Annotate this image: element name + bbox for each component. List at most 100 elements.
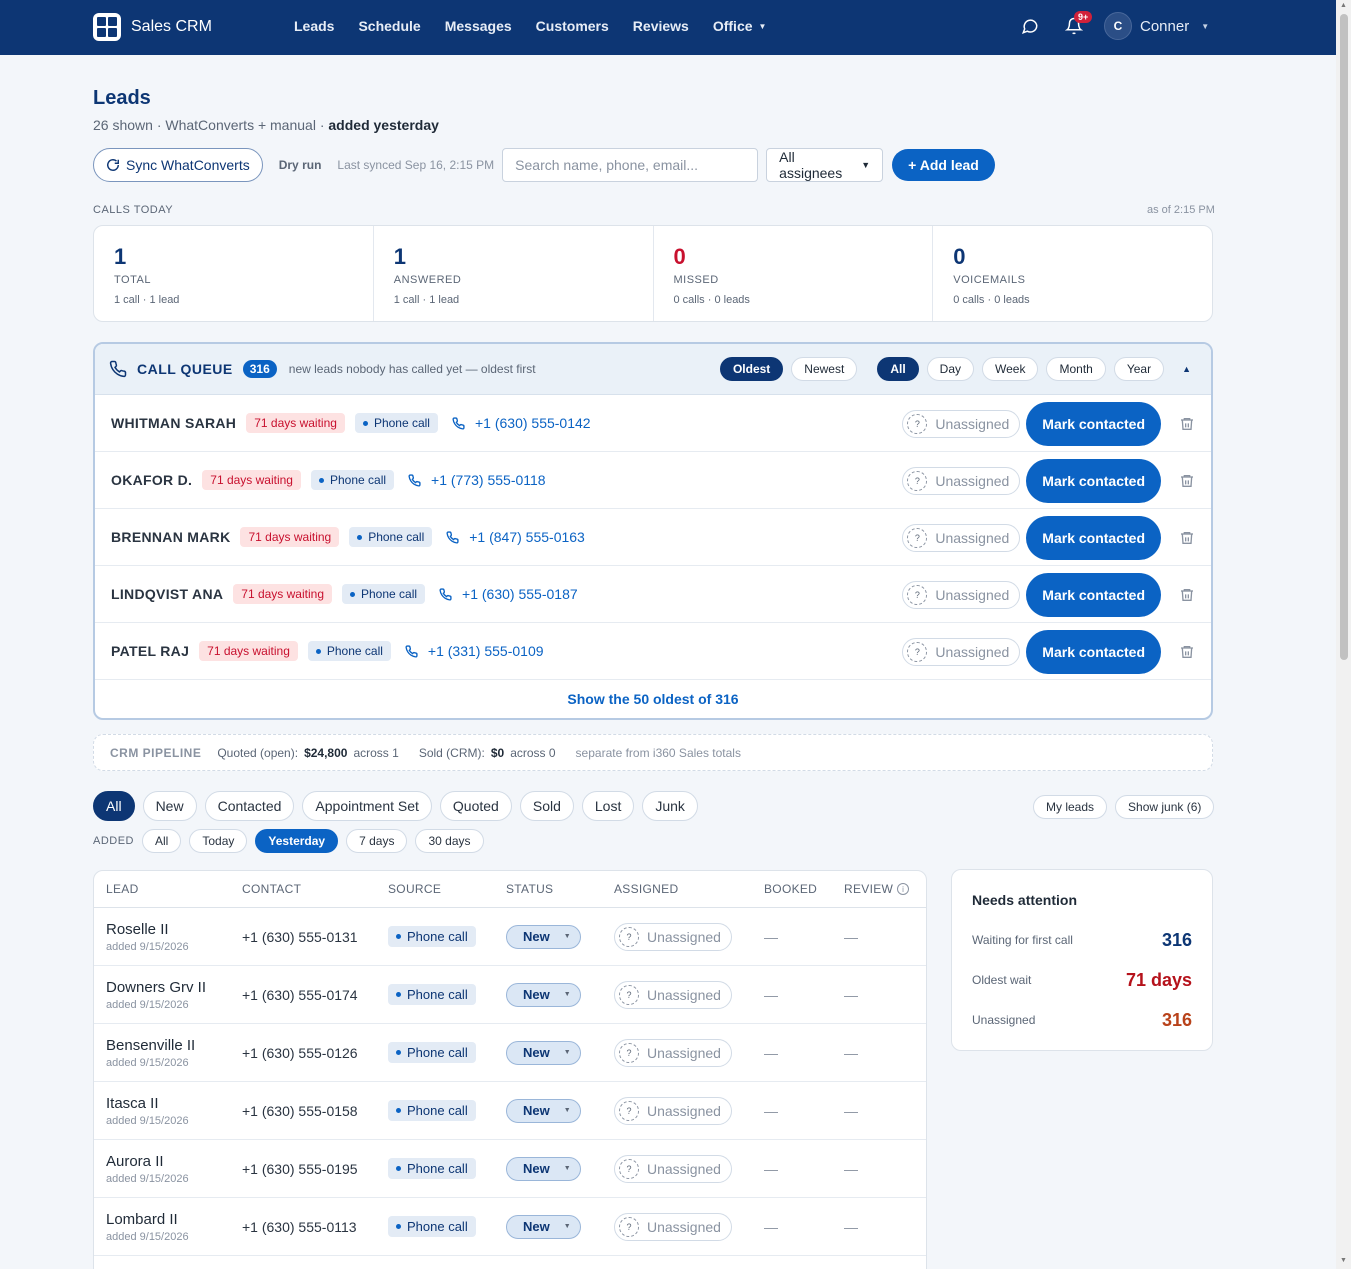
my-leads-button[interactable]: My leads <box>1033 795 1108 819</box>
collapse-chevron-up-icon[interactable]: ▲ <box>1182 364 1191 374</box>
col-contact[interactable]: CONTACT <box>242 882 388 896</box>
phone-link[interactable]: +1 (331) 555-0109 <box>405 643 544 659</box>
lead-name[interactable]: Lombard II <box>106 1211 242 1228</box>
status-dropdown[interactable]: New ▼ <box>506 982 581 1007</box>
status-chip-all[interactable]: All <box>93 791 135 821</box>
user-menu-chevron-icon[interactable]: ▼ <box>1201 22 1209 31</box>
status-chip-contacted[interactable]: Contacted <box>204 791 295 821</box>
dry-run-toggle[interactable]: Dry run <box>279 158 322 172</box>
assignee-picker[interactable]: ? Unassigned <box>614 980 732 1009</box>
assignee-picker[interactable]: ? Unassigned <box>902 638 1021 666</box>
contact-phone[interactable]: +1 (630) 555-0195 <box>242 1161 388 1177</box>
contact-phone[interactable]: +1 (630) 555-0158 <box>242 1103 388 1119</box>
status-dropdown[interactable]: New ▼ <box>506 924 581 949</box>
phone-link[interactable]: +1 (773) 555-0118 <box>408 472 546 488</box>
assignee-select[interactable]: All assignees ▼ <box>766 148 884 182</box>
scroll-up-arrow-icon[interactable]: ▲ <box>1340 2 1347 9</box>
show-oldest-link[interactable]: Show the 50 oldest of 316 <box>95 680 1211 718</box>
status-chip-lost[interactable]: Lost <box>581 791 635 821</box>
assignee-picker[interactable]: ? Unassigned <box>614 1154 732 1183</box>
nav-link-schedule[interactable]: Schedule <box>358 18 420 34</box>
sync-whatconverts-button[interactable]: Sync WhatConverts <box>93 148 263 182</box>
search-input[interactable]: Search name, phone, email... <box>502 148 759 182</box>
mark-contacted-button[interactable]: Mark contacted <box>1026 573 1161 617</box>
status-dropdown[interactable]: New ▼ <box>506 1214 581 1239</box>
assignee-picker[interactable]: ? Unassigned <box>902 467 1021 495</box>
table-row[interactable]: Bensenville II added 9/15/2026 +1 (630) … <box>94 1024 926 1082</box>
lead-name[interactable]: Aurora II <box>106 1153 242 1170</box>
status-dropdown[interactable]: New ▼ <box>506 1156 581 1181</box>
filter-day[interactable]: Day <box>926 357 974 381</box>
nav-link-reviews[interactable]: Reviews <box>633 18 689 34</box>
contact-phone[interactable]: +1 (630) 555-0174 <box>242 987 388 1003</box>
col-lead[interactable]: LEAD <box>94 882 242 896</box>
mark-contacted-button[interactable]: Mark contacted <box>1026 630 1161 674</box>
avatar[interactable]: C <box>1104 12 1132 40</box>
table-row[interactable]: Lombard II added 9/15/2026 +1 (630) 555-… <box>94 1198 926 1256</box>
nav-link-office[interactable]: Office ▼ <box>713 18 767 34</box>
table-row[interactable]: Aurora II added 9/15/2026 +1 (630) 555-0… <box>94 1140 926 1198</box>
show-junk-button[interactable]: Show junk (6) <box>1115 795 1215 819</box>
trash-icon[interactable] <box>1179 644 1195 660</box>
lead-name[interactable]: Itasca II <box>106 1095 242 1112</box>
col-status[interactable]: STATUS <box>506 882 614 896</box>
nav-link-messages[interactable]: Messages <box>445 18 512 34</box>
col-booked[interactable]: BOOKED <box>764 882 844 896</box>
status-chip-appointment-set[interactable]: Appointment Set <box>302 791 432 821</box>
assignee-picker[interactable]: ? Unassigned <box>902 410 1021 438</box>
filter-week[interactable]: Week <box>982 357 1039 381</box>
assignee-picker[interactable]: ? Unassigned <box>614 1096 732 1125</box>
contact-phone[interactable]: +1 (630) 555-0131 <box>242 929 388 945</box>
table-row[interactable]: Downers Grv II added 9/15/2026 +1 (630) … <box>94 966 926 1024</box>
page-scrollbar[interactable]: ▲ ▼ <box>1336 0 1351 1269</box>
added-chip-30-days[interactable]: 30 days <box>415 829 484 853</box>
status-dropdown[interactable]: New ▼ <box>506 1040 581 1065</box>
assignee-picker[interactable]: ? Unassigned <box>902 581 1021 609</box>
contact-phone[interactable]: +1 (630) 555-0113 <box>242 1219 388 1235</box>
col-assigned[interactable]: ASSIGNED <box>614 882 764 896</box>
trash-icon[interactable] <box>1179 473 1195 489</box>
phone-link[interactable]: +1 (630) 555-0187 <box>439 586 578 602</box>
add-lead-button[interactable]: + Add lead <box>892 149 995 181</box>
queue-lead-name[interactable]: OKAFOR D. <box>111 472 192 488</box>
scroll-thumb[interactable] <box>1340 14 1348 660</box>
mark-contacted-button[interactable]: Mark contacted <box>1026 459 1161 503</box>
table-row[interactable]: Roselle II added 9/15/2026 +1 (630) 555-… <box>94 908 926 966</box>
queue-lead-name[interactable]: PATEL RAJ <box>111 643 189 659</box>
trash-icon[interactable] <box>1179 587 1195 603</box>
contact-phone[interactable]: +1 (630) 555-0126 <box>242 1045 388 1061</box>
lead-name[interactable]: Bensenville II <box>106 1037 242 1054</box>
nav-link-customers[interactable]: Customers <box>536 18 609 34</box>
added-chip-7-days[interactable]: 7 days <box>346 829 408 853</box>
filter-newest[interactable]: Newest <box>791 357 858 381</box>
filter-all[interactable]: All <box>877 357 919 381</box>
nav-link-leads[interactable]: Leads <box>294 18 334 34</box>
table-row[interactable]: Itasca II added 9/15/2026 +1 (630) 555-0… <box>94 1082 926 1140</box>
assignee-picker[interactable]: ? Unassigned <box>902 524 1021 552</box>
assignee-picker[interactable]: ? Unassigned <box>614 1212 732 1241</box>
queue-lead-name[interactable]: BRENNAN MARK <box>111 529 230 545</box>
chat-bubble-icon[interactable] <box>1018 14 1042 38</box>
queue-lead-name[interactable]: WHITMAN SARAH <box>111 415 236 431</box>
filter-month[interactable]: Month <box>1046 357 1106 381</box>
filter-oldest[interactable]: Oldest <box>719 357 784 381</box>
queue-lead-name[interactable]: LINDQVIST ANA <box>111 586 223 602</box>
info-icon[interactable]: i <box>897 883 910 895</box>
mark-contacted-button[interactable]: Mark contacted <box>1026 402 1161 446</box>
status-chip-sold[interactable]: Sold <box>519 791 574 821</box>
assignee-picker[interactable]: ? Unassigned <box>614 922 732 951</box>
assignee-picker[interactable]: ? Unassigned <box>614 1038 732 1067</box>
filter-year[interactable]: Year <box>1113 357 1165 381</box>
scroll-down-arrow-icon[interactable]: ▼ <box>1340 1257 1347 1264</box>
mark-contacted-button[interactable]: Mark contacted <box>1026 516 1161 560</box>
status-dropdown[interactable]: New ▼ <box>506 1098 581 1123</box>
lead-name[interactable]: Downers Grv II <box>106 979 242 996</box>
status-chip-quoted[interactable]: Quoted <box>439 791 512 821</box>
phone-link[interactable]: +1 (630) 555-0142 <box>452 415 591 431</box>
brand[interactable]: Sales CRM <box>93 13 212 41</box>
bell-icon[interactable]: 9+ <box>1062 11 1093 38</box>
trash-icon[interactable] <box>1179 530 1195 546</box>
phone-link[interactable]: +1 (847) 555-0163 <box>446 529 585 545</box>
user-name[interactable]: Conner <box>1140 18 1189 35</box>
trash-icon[interactable] <box>1179 416 1195 432</box>
